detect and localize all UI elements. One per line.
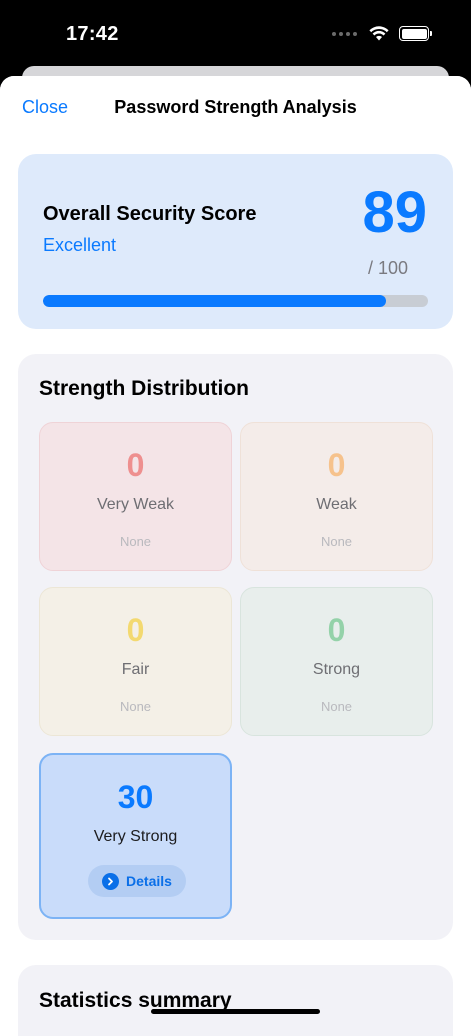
cellular-signal-icon xyxy=(332,31,357,36)
scroll-content[interactable]: Overall Security Score Excellent 89 / 10… xyxy=(0,140,471,1036)
score-progress-fill xyxy=(43,295,386,307)
nav-title: Password Strength Analysis xyxy=(114,97,357,117)
tile-sub: None xyxy=(119,534,152,549)
status-bar: 17:42 xyxy=(0,0,471,66)
tile-fair: 0 Fair None xyxy=(39,587,232,736)
statistics-summary-card: Statistics summary xyxy=(18,965,453,1036)
home-indicator xyxy=(151,1009,320,1014)
distribution-title: Strength Distribution xyxy=(39,377,249,400)
tile-label: Very Strong xyxy=(93,828,178,845)
modal-sheet: Close Password Strength Analysis Overall… xyxy=(0,76,471,1036)
tile-label: Very Weak xyxy=(96,496,175,513)
battery-icon xyxy=(399,26,432,41)
tile-count: 0 xyxy=(126,447,145,483)
status-time: 17:42 xyxy=(66,23,119,45)
status-icons xyxy=(332,26,432,41)
score-progress-bar xyxy=(43,295,428,307)
tile-strong: 0 Strong None xyxy=(240,587,433,736)
chevron-right-circle-icon xyxy=(102,872,120,890)
tile-very-weak: 0 Very Weak None xyxy=(39,422,232,571)
tile-label: Fair xyxy=(121,661,150,678)
strength-distribution-card: Strength Distribution 0 Very Weak None 0… xyxy=(18,354,453,940)
tile-very-strong[interactable]: 30 Very Strong Details xyxy=(39,753,232,919)
nav-bar: Close Password Strength Analysis xyxy=(0,76,471,140)
details-label: Details xyxy=(126,873,172,889)
tile-sub: None xyxy=(320,699,353,714)
tile-weak: 0 Weak None xyxy=(240,422,433,571)
score-max: / 100 xyxy=(367,258,408,278)
tile-sub: None xyxy=(320,534,353,549)
details-button[interactable]: Details xyxy=(88,865,186,897)
score-heading: Overall Security Score xyxy=(43,203,257,225)
score-value: 89 xyxy=(362,180,427,245)
tile-label: Strong xyxy=(312,661,361,678)
score-rating: Excellent xyxy=(43,235,117,255)
tile-count: 30 xyxy=(117,779,154,815)
tile-count: 0 xyxy=(126,612,145,648)
tile-sub: None xyxy=(119,699,152,714)
security-score-card: Overall Security Score Excellent 89 / 10… xyxy=(18,154,453,329)
tile-count: 0 xyxy=(327,612,346,648)
wifi-icon xyxy=(369,26,389,41)
tile-count: 0 xyxy=(327,447,346,483)
tile-label: Weak xyxy=(316,496,357,513)
